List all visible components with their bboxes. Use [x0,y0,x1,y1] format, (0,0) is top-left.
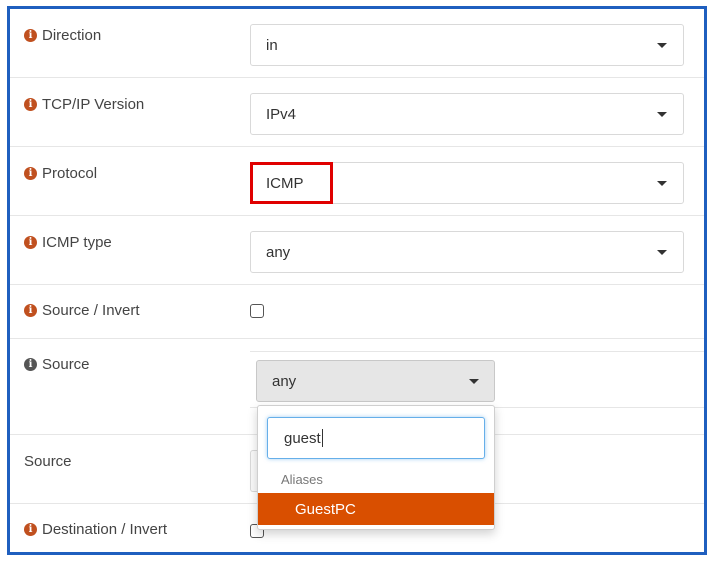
tcpip-label: i TCP/IP Version [24,96,144,113]
chevron-down-icon [657,181,667,186]
chevron-down-icon [469,379,479,384]
protocol-label: i Protocol [24,165,97,182]
dropdown-group-header: Aliases [281,472,323,487]
dropdown-search-input[interactable]: guest [267,417,485,459]
source-invert-row: i Source / Invert [10,285,704,339]
info-icon[interactable]: i [24,523,37,536]
info-icon[interactable]: i [24,29,37,42]
info-icon[interactable]: i [24,98,37,111]
info-icon[interactable]: i [24,304,37,317]
divider [250,351,704,352]
chevron-down-icon [657,250,667,255]
protocol-value: ICMP [266,174,304,192]
destination-invert-label: i Destination / Invert [24,521,167,538]
source-label: i Source [24,356,90,373]
dropdown-option-guestpc[interactable]: GuestPC [258,493,494,525]
chevron-down-icon [657,112,667,117]
chevron-down-icon [657,43,667,48]
tcpip-row: i TCP/IP Version IPv4 [10,78,704,147]
info-icon[interactable]: i [24,358,37,371]
source-select[interactable]: any [256,360,495,402]
protocol-row: i Protocol ICMP [10,147,704,216]
info-icon[interactable]: i [24,236,37,249]
source-dropdown: guest Aliases GuestPC [257,405,495,530]
firewall-rule-form: i Direction in i TCP/IP Version IPv4 i P… [7,6,707,555]
source-invert-checkbox[interactable] [250,304,264,318]
icmp-type-label: i ICMP type [24,234,112,251]
info-icon[interactable]: i [24,167,37,180]
icmp-type-row: i ICMP type any [10,216,704,285]
protocol-select[interactable]: ICMP [250,162,684,204]
tcpip-select[interactable]: IPv4 [250,93,684,135]
direction-row: i Direction in [10,9,704,78]
icmp-type-value: any [266,243,291,261]
direction-select[interactable]: in [250,24,684,66]
tcpip-value: IPv4 [266,105,297,123]
icmp-type-select[interactable]: any [250,231,684,273]
source-value: any [272,372,297,390]
direction-label: i Direction [24,27,101,44]
source-secondary-label: Source [24,453,72,470]
source-invert-label: i Source / Invert [24,302,140,319]
text-cursor [321,429,323,447]
direction-value: in [266,36,278,54]
